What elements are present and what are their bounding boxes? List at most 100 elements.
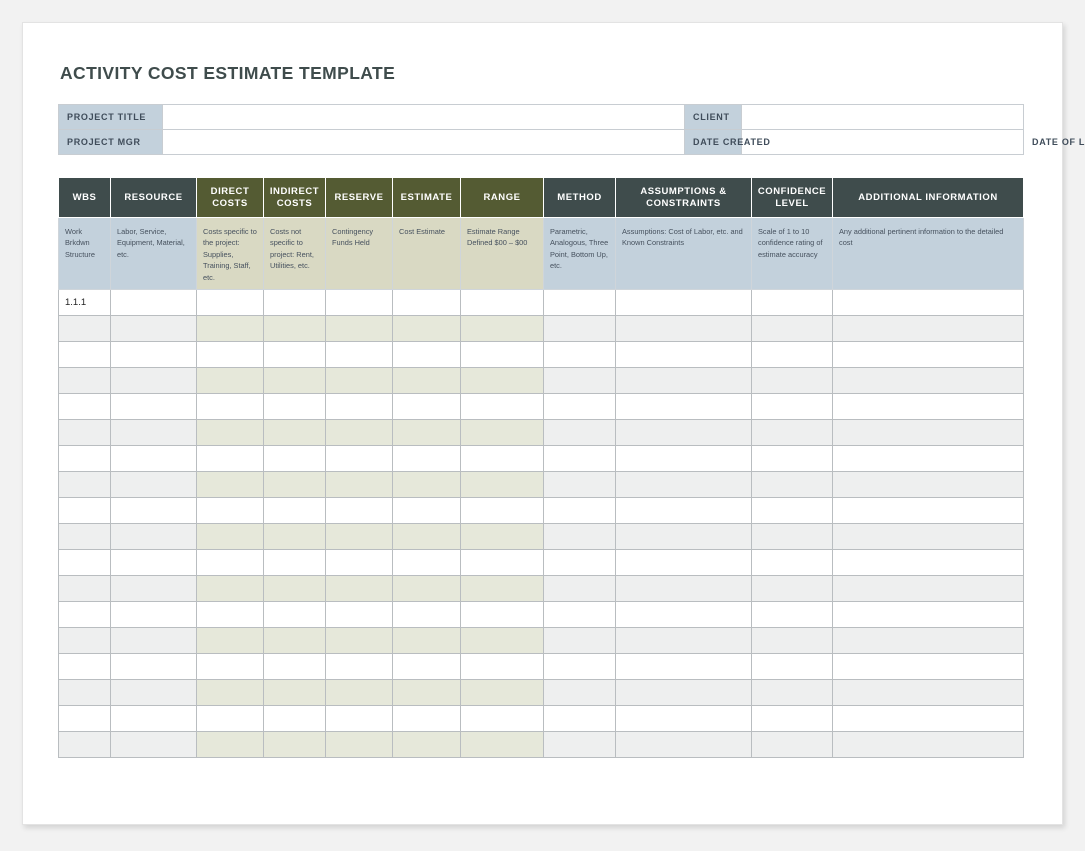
cell-wbs-9[interactable] [59, 498, 111, 524]
cell-assumptions-5[interactable] [616, 394, 752, 420]
cell-direct-7[interactable] [197, 446, 264, 472]
cell-resource-17[interactable] [111, 706, 197, 732]
cell-reserve-10[interactable] [326, 524, 393, 550]
cell-resource-13[interactable] [111, 602, 197, 628]
cell-estimate-3[interactable] [393, 342, 461, 368]
cell-estimate-10[interactable] [393, 524, 461, 550]
cell-method-16[interactable] [544, 680, 616, 706]
cell-resource-9[interactable] [111, 498, 197, 524]
cell-method-15[interactable] [544, 654, 616, 680]
cell-confidence-4[interactable] [752, 368, 833, 394]
cell-resource-1[interactable] [111, 290, 197, 316]
column-header-method[interactable]: METHOD [544, 178, 616, 218]
cell-confidence-6[interactable] [752, 420, 833, 446]
cell-resource-4[interactable] [111, 368, 197, 394]
cell-assumptions-16[interactable] [616, 680, 752, 706]
cell-wbs-10[interactable] [59, 524, 111, 550]
cell-resource-10[interactable] [111, 524, 197, 550]
cell-direct-9[interactable] [197, 498, 264, 524]
cell-assumptions-3[interactable] [616, 342, 752, 368]
cell-confidence-7[interactable] [752, 446, 833, 472]
cell-additional-9[interactable] [833, 498, 1024, 524]
cell-indirect-11[interactable] [264, 550, 326, 576]
cell-range-2[interactable] [461, 316, 544, 342]
cell-assumptions-7[interactable] [616, 446, 752, 472]
cell-confidence-2[interactable] [752, 316, 833, 342]
cell-additional-16[interactable] [833, 680, 1024, 706]
cell-wbs-2[interactable] [59, 316, 111, 342]
cell-wbs-8[interactable] [59, 472, 111, 498]
cell-assumptions-15[interactable] [616, 654, 752, 680]
cell-assumptions-6[interactable] [616, 420, 752, 446]
cell-direct-17[interactable] [197, 706, 264, 732]
cell-reserve-12[interactable] [326, 576, 393, 602]
cell-wbs-18[interactable] [59, 732, 111, 758]
cell-method-8[interactable] [544, 472, 616, 498]
cell-range-16[interactable] [461, 680, 544, 706]
cell-method-17[interactable] [544, 706, 616, 732]
cell-indirect-6[interactable] [264, 420, 326, 446]
cell-wbs-3[interactable] [59, 342, 111, 368]
cell-reserve-15[interactable] [326, 654, 393, 680]
cell-estimate-12[interactable] [393, 576, 461, 602]
cell-wbs-11[interactable] [59, 550, 111, 576]
cell-direct-12[interactable] [197, 576, 264, 602]
cell-range-14[interactable] [461, 628, 544, 654]
cell-additional-18[interactable] [833, 732, 1024, 758]
cell-confidence-12[interactable] [752, 576, 833, 602]
cell-direct-13[interactable] [197, 602, 264, 628]
cell-resource-2[interactable] [111, 316, 197, 342]
cell-estimate-11[interactable] [393, 550, 461, 576]
cell-additional-1[interactable] [833, 290, 1024, 316]
cell-indirect-4[interactable] [264, 368, 326, 394]
cell-assumptions-1[interactable] [616, 290, 752, 316]
cell-direct-14[interactable] [197, 628, 264, 654]
cell-method-3[interactable] [544, 342, 616, 368]
cell-estimate-9[interactable] [393, 498, 461, 524]
cell-additional-5[interactable] [833, 394, 1024, 420]
cell-resource-3[interactable] [111, 342, 197, 368]
cell-reserve-4[interactable] [326, 368, 393, 394]
cell-estimate-18[interactable] [393, 732, 461, 758]
cell-direct-11[interactable] [197, 550, 264, 576]
cell-assumptions-17[interactable] [616, 706, 752, 732]
cell-range-5[interactable] [461, 394, 544, 420]
cell-range-9[interactable] [461, 498, 544, 524]
cell-reserve-7[interactable] [326, 446, 393, 472]
cell-confidence-1[interactable] [752, 290, 833, 316]
cell-additional-12[interactable] [833, 576, 1024, 602]
cell-direct-5[interactable] [197, 394, 264, 420]
cell-direct-8[interactable] [197, 472, 264, 498]
cell-resource-12[interactable] [111, 576, 197, 602]
cell-direct-4[interactable] [197, 368, 264, 394]
cell-reserve-18[interactable] [326, 732, 393, 758]
cell-reserve-8[interactable] [326, 472, 393, 498]
cell-additional-15[interactable] [833, 654, 1024, 680]
cell-indirect-3[interactable] [264, 342, 326, 368]
cell-range-12[interactable] [461, 576, 544, 602]
column-header-direct[interactable]: DIRECT COSTS [197, 178, 264, 218]
cell-reserve-9[interactable] [326, 498, 393, 524]
cell-confidence-5[interactable] [752, 394, 833, 420]
project-info-field-0-1[interactable] [163, 105, 685, 130]
cell-method-18[interactable] [544, 732, 616, 758]
cell-range-6[interactable] [461, 420, 544, 446]
cell-additional-8[interactable] [833, 472, 1024, 498]
cell-method-4[interactable] [544, 368, 616, 394]
cell-wbs-13[interactable] [59, 602, 111, 628]
cell-estimate-6[interactable] [393, 420, 461, 446]
cell-resource-7[interactable] [111, 446, 197, 472]
cell-indirect-9[interactable] [264, 498, 326, 524]
cell-direct-18[interactable] [197, 732, 264, 758]
cell-reserve-13[interactable] [326, 602, 393, 628]
cell-direct-16[interactable] [197, 680, 264, 706]
cell-wbs-16[interactable] [59, 680, 111, 706]
cell-direct-6[interactable] [197, 420, 264, 446]
cell-reserve-17[interactable] [326, 706, 393, 732]
cell-additional-2[interactable] [833, 316, 1024, 342]
cell-confidence-18[interactable] [752, 732, 833, 758]
cell-confidence-10[interactable] [752, 524, 833, 550]
cell-indirect-17[interactable] [264, 706, 326, 732]
cell-assumptions-2[interactable] [616, 316, 752, 342]
cell-wbs-17[interactable] [59, 706, 111, 732]
